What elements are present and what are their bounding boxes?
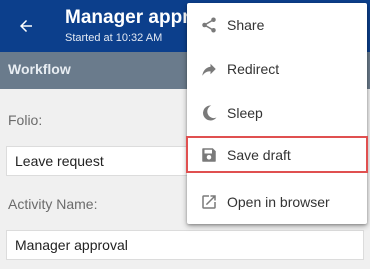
- menu-item-label: Share: [227, 17, 265, 33]
- menu-item-label: Open in browser: [227, 194, 330, 210]
- overflow-menu: Share Redirect Sleep Save draft Open in …: [186, 3, 368, 224]
- menu-item-redirect[interactable]: Redirect: [187, 47, 367, 91]
- menu-item-share[interactable]: Share: [187, 3, 367, 47]
- redirect-arrow-icon: [199, 59, 219, 79]
- menu-item-open-in-browser[interactable]: Open in browser: [187, 180, 367, 224]
- page-title: Manager approval: [65, 7, 190, 28]
- open-in-new-icon: [199, 192, 219, 212]
- floppy-disk-icon: [199, 145, 219, 165]
- arrow-back-icon: [20, 20, 32, 32]
- menu-item-sleep[interactable]: Sleep: [187, 91, 367, 135]
- share-icon: [199, 15, 219, 35]
- section-title: Workflow: [8, 61, 71, 77]
- back-button[interactable]: [12, 12, 40, 40]
- folio-label: Folio:: [8, 112, 43, 128]
- menu-item-label: Save draft: [227, 146, 291, 163]
- page-subtitle: Started at 10:32 AM: [65, 32, 163, 44]
- activity-name-field[interactable]: Manager approval: [6, 230, 364, 260]
- activity-name-label: Activity Name:: [8, 196, 98, 212]
- menu-item-save-draft[interactable]: Save draft: [186, 136, 368, 173]
- menu-item-label: Redirect: [227, 61, 280, 77]
- moon-icon: [199, 103, 219, 123]
- menu-item-label: Sleep: [227, 105, 263, 121]
